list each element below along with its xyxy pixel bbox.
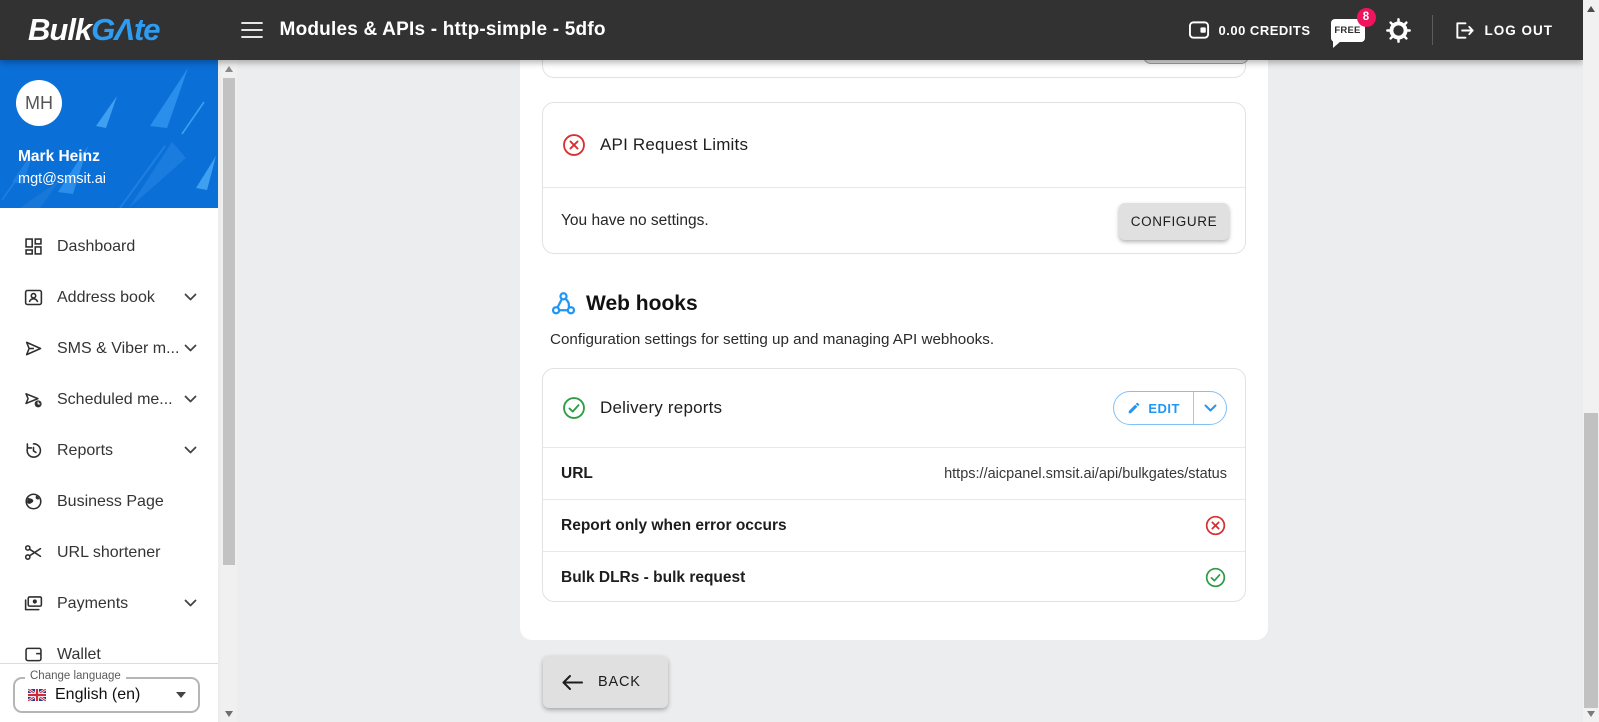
pencil-icon: [1127, 401, 1141, 415]
section-title: Web hooks: [586, 291, 698, 315]
settings-gear-icon[interactable]: [1385, 17, 1412, 44]
globe-icon: [22, 491, 44, 513]
bulkgate-logo[interactable]: BulkGΛte: [28, 12, 161, 48]
table-row-bulk-dlrs: Bulk DLRs - bulk request: [543, 551, 1245, 603]
topbar: BulkGΛte Modules & APIs - http-simple - …: [0, 0, 1583, 60]
sidebar-user-header: MH Mark Heinz mgt@smsit.ai: [0, 60, 218, 208]
api-request-limits-header: API Request Limits: [543, 103, 1245, 187]
chevron-down-icon: [1204, 404, 1217, 413]
chevron-down-icon: [184, 599, 197, 608]
app: API Request Limits You have no settings.…: [0, 0, 1599, 722]
sidebar-item-label: Payments: [57, 594, 129, 612]
webhook-icon: [550, 290, 577, 317]
edit-split-button: EDIT: [1113, 391, 1227, 425]
send-icon: [22, 338, 44, 360]
card-title: API Request Limits: [600, 135, 749, 154]
scroll-down-arrow-icon[interactable]: [1587, 711, 1595, 717]
sidebar-item-address-book[interactable]: Address book: [0, 272, 218, 323]
scrollbar-thumb[interactable]: [1584, 413, 1598, 708]
address-book-icon: [22, 287, 44, 309]
logout-label: LOG OUT: [1484, 22, 1553, 38]
dashboard-icon: [22, 236, 44, 258]
main-scrollbar[interactable]: [1583, 0, 1599, 722]
back-button-label: BACK: [598, 674, 641, 690]
configure-button[interactable]: CONFIGURE: [1119, 202, 1229, 240]
uk-flag-icon: [28, 689, 46, 701]
error-circle-icon: [561, 132, 587, 158]
row-label: Report only when error occurs: [561, 516, 787, 534]
credits-icon: [1188, 20, 1209, 39]
topbar-actions: 0.00 CREDITS FREE 8 LOG OUT: [1188, 7, 1554, 48]
sidebar-item-label: SMS & Viber m...: [57, 339, 180, 357]
success-circle-icon: [561, 395, 587, 421]
scroll-up-arrow-icon[interactable]: [1587, 6, 1595, 12]
delivery-reports-header: Delivery reports EDIT: [543, 369, 1245, 447]
sidebar-item-dashboard[interactable]: Dashboard: [0, 221, 218, 272]
free-version-button[interactable]: FREE 8: [1330, 7, 1376, 48]
sidebar-item-label: Dashboard: [57, 237, 136, 255]
section-subtitle: Configuration settings for setting up an…: [550, 331, 995, 348]
scrollbar-thumb[interactable]: [223, 78, 235, 565]
edit-dropdown-button[interactable]: [1194, 392, 1226, 424]
notification-badge: 8: [1356, 7, 1376, 27]
sidebar-item-label: Wallet: [57, 645, 101, 663]
scheduled-send-icon: [22, 389, 44, 411]
error-circle-icon: [1204, 514, 1227, 537]
success-circle-icon: [1204, 566, 1227, 589]
api-request-limits-body: You have no settings. CONFIGURE: [543, 187, 1245, 254]
logout-icon: [1455, 21, 1474, 39]
no-settings-text: You have no settings.: [561, 212, 709, 229]
row-label: Bulk DLRs - bulk request: [561, 568, 746, 586]
scissors-icon: [22, 542, 44, 564]
arrow-left-icon: [561, 674, 584, 691]
avatar[interactable]: MH: [16, 80, 62, 126]
user-name: Mark Heinz: [18, 148, 100, 165]
history-icon: [22, 440, 44, 462]
webhooks-section-header: Web hooks: [550, 290, 698, 317]
sidebar-item-payments[interactable]: Payments: [0, 578, 218, 629]
url-value: https://aicpanel.smsit.ai/api/bulkgates/…: [944, 465, 1227, 482]
credits-button[interactable]: 0.00 CREDITS: [1188, 20, 1311, 41]
payments-icon: [22, 593, 44, 615]
scroll-up-arrow-icon[interactable]: [225, 66, 233, 72]
table-row-error-only: Report only when error occurs: [543, 499, 1245, 551]
language-select-value: English (en): [55, 686, 141, 703]
sidebar-item-reports[interactable]: Reports: [0, 425, 218, 476]
api-request-limits-card: API Request Limits You have no settings.…: [542, 102, 1246, 254]
sidebar: MH Mark Heinz mgt@smsit.ai Dashboard Add…: [0, 60, 218, 722]
sidebar-scrollbar[interactable]: [221, 60, 237, 722]
sidebar-item-label: Business Page: [57, 492, 164, 510]
user-email: mgt@smsit.ai: [18, 171, 107, 187]
edit-button[interactable]: EDIT: [1114, 392, 1193, 424]
page-title: Modules & APIs - http-simple - 5dfo: [279, 19, 606, 40]
sidebar-item-label: Scheduled me...: [57, 390, 173, 408]
sidebar-item-label: URL shortener: [57, 543, 161, 561]
sidebar-item-label: Address book: [57, 288, 155, 306]
card-title: Delivery reports: [600, 398, 723, 417]
topbar-divider: [1431, 15, 1433, 45]
menu-icon[interactable]: [240, 21, 264, 39]
chevron-down-icon: [184, 446, 197, 455]
language-select[interactable]: Change language English (en): [13, 670, 200, 713]
back-button[interactable]: BACK: [543, 656, 668, 708]
sidebar-item-label: Reports: [57, 441, 114, 459]
chevron-down-icon: [184, 293, 197, 302]
sidebar-item-business-page[interactable]: Business Page: [0, 476, 218, 527]
chevron-down-icon: [184, 344, 197, 353]
table-row-url: URL https://aicpanel.smsit.ai/api/bulkga…: [543, 447, 1245, 499]
sidebar-item-scheduled[interactable]: Scheduled me...: [0, 374, 218, 425]
sidebar-item-sms-viber[interactable]: SMS & Viber m...: [0, 323, 218, 374]
chevron-down-icon: [184, 395, 197, 404]
logout-button[interactable]: LOG OUT: [1453, 20, 1554, 41]
credits-amount: 0.00 CREDITS: [1218, 22, 1311, 38]
row-label: URL: [561, 464, 593, 482]
language-select-legend: Change language: [25, 670, 126, 682]
delivery-reports-card: Delivery reports EDIT URL https://aicpan…: [542, 368, 1246, 602]
scroll-down-arrow-icon[interactable]: [225, 711, 233, 717]
sidebar-nav: Dashboard Address book SMS & Viber m... …: [0, 208, 218, 680]
sidebar-item-url-shortener[interactable]: URL shortener: [0, 527, 218, 578]
dropdown-arrow-icon: [176, 692, 186, 698]
content-panel: API Request Limits You have no settings.…: [520, 0, 1268, 640]
edit-button-label: EDIT: [1148, 400, 1180, 416]
